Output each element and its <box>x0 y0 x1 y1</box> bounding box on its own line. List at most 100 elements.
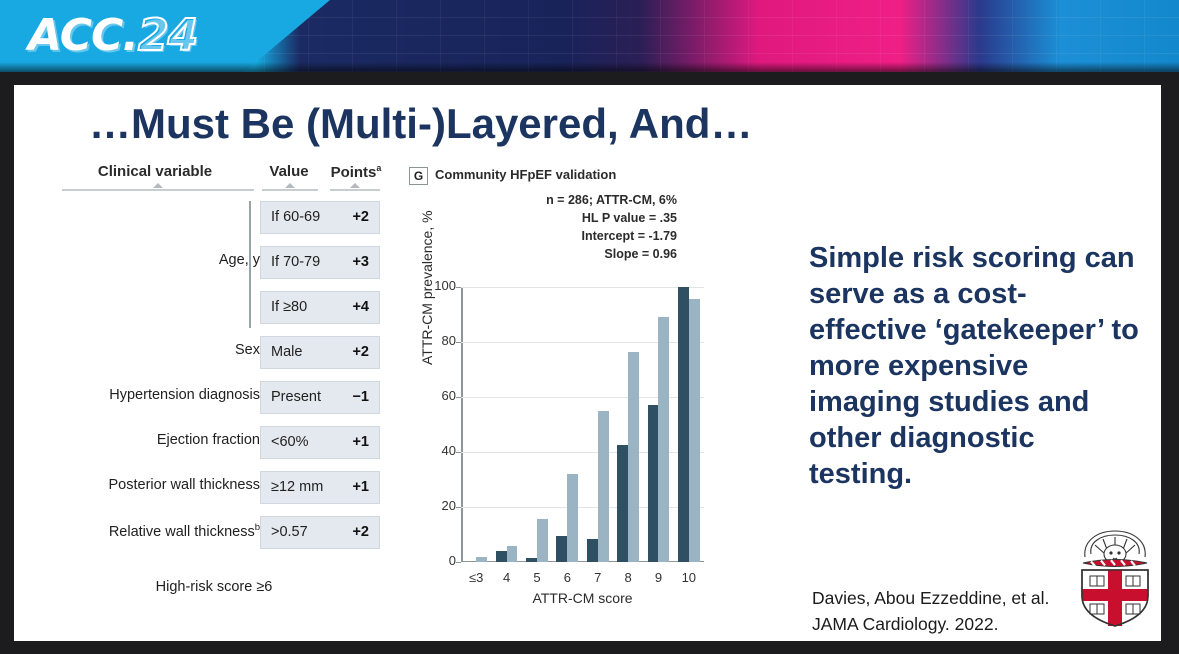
row-value: If 60-69 <box>271 209 321 225</box>
table-row: Ejection fraction <60% +1 <box>44 422 384 467</box>
y-axis-tick-label: 80 <box>441 333 456 348</box>
bar <box>526 557 537 562</box>
row-points: +2 <box>352 524 369 540</box>
chart-title: Community HFpEF validation <box>435 167 617 182</box>
y-axis-tick-label: 100 <box>434 278 456 293</box>
row-points: +1 <box>352 479 369 495</box>
gridline <box>461 287 704 288</box>
y-axis-tick-mark <box>456 452 461 454</box>
column-header-clinical-variable: Clinical variable <box>97 163 213 180</box>
y-axis-tick-mark <box>456 342 461 344</box>
page-title: …Must Be (Multi-)Layered, And… <box>89 100 753 147</box>
row-value-box: ≥12 mm +1 <box>260 471 380 504</box>
y-axis-tick-mark <box>456 287 461 289</box>
bar <box>677 287 689 562</box>
row-points: +4 <box>352 299 369 315</box>
banner-bottom-shadow <box>0 62 1179 72</box>
header-caret-value-icon <box>285 183 295 188</box>
row-points: +1 <box>352 434 369 450</box>
x-axis-tick-label: 9 <box>654 570 663 585</box>
y-axis-tick-mark <box>456 397 461 399</box>
table-row: Posterior wall thickness ≥12 mm +1 <box>44 467 384 512</box>
x-axis-tick-label: 5 <box>533 570 541 585</box>
row-variable-label: Posterior wall thickness <box>108 477 261 493</box>
row-value: ≥12 mm <box>271 479 324 495</box>
row-value-box: <60% +1 <box>260 426 380 459</box>
bar <box>628 351 639 562</box>
bar <box>556 535 568 562</box>
table-body: If 60-69 +2 Age, y If 70-79 +3 If ≥80 +4 Sex Mal… <box>44 197 384 557</box>
bar <box>567 474 579 562</box>
header-caret-points-icon <box>350 183 360 188</box>
citation-line-2: JAMA Cardiology. 2022. <box>812 614 999 634</box>
chart-statistics-annotations: n = 286; ATTR-CM, 6% HL P value = .35 Inte… <box>546 191 677 263</box>
row-value-box: Male +2 <box>260 336 380 369</box>
y-axis-tick-mark <box>456 562 461 564</box>
chart-annotation-line: n = 286; ATTR-CM, 6% <box>546 193 677 207</box>
column-header-value: Value <box>269 163 309 180</box>
chart-annotation-line: Intercept = -1.79 <box>581 229 677 243</box>
bar <box>688 299 700 562</box>
y-axis-tick-label: 60 <box>441 388 456 403</box>
panel-tag-g: G <box>409 167 428 185</box>
row-points: +3 <box>352 254 369 270</box>
y-axis-tick-label: 20 <box>441 498 456 513</box>
bar <box>536 519 548 562</box>
acc24-logo: ACC.24 <box>28 8 199 64</box>
row-value: Male <box>271 344 303 360</box>
row-value-box: >0.57 +2 <box>260 516 380 549</box>
slide-viewer: ACC.24 …Must Be (Multi-)Layered, And… Cl… <box>0 0 1179 654</box>
x-axis-tick-label: ≤3 <box>469 570 484 585</box>
citation-line-1: Davies, Abou Ezzeddine, et al. <box>812 588 1050 608</box>
row-variable-label: Age, y <box>218 252 260 268</box>
bar <box>658 317 670 562</box>
table-row: If ≥80 +4 <box>44 287 384 332</box>
table-row: If 60-69 +2 <box>44 197 384 242</box>
header-caret-variable-icon <box>153 183 163 188</box>
bar <box>495 551 507 562</box>
acc-logo-number: 24 <box>137 9 199 62</box>
row-value: >0.57 <box>271 524 308 540</box>
row-variable-label: Relative wall thicknessb <box>108 522 260 540</box>
table-row: Sex Male +2 <box>44 332 384 377</box>
risk-score-table: Clinical variable Value Pointsa If 60-69… <box>44 163 384 595</box>
acc-logo-text: ACC. <box>28 10 139 61</box>
row-variable-label: Hypertension diagnosis <box>109 387 260 403</box>
y-axis-tick-mark <box>456 507 461 509</box>
column-header-points: Pointsa <box>326 163 386 181</box>
citation: Davies, Abou Ezzeddine, et al. JAMA Card… <box>812 585 1102 637</box>
row-points: +2 <box>352 209 369 225</box>
bar <box>476 556 488 562</box>
row-value: <60% <box>271 434 309 450</box>
row-value-box: Present −1 <box>260 381 380 414</box>
row-value-box: If 60-69 +2 <box>260 201 380 234</box>
row-points: +2 <box>352 344 369 360</box>
column-header-points-superscript: a <box>376 163 382 173</box>
row-value: If ≥80 <box>271 299 308 315</box>
bar <box>586 538 598 562</box>
bar <box>597 410 609 562</box>
column-header-points-label: Points <box>330 164 377 181</box>
y-axis-tick-label: 0 <box>448 553 456 568</box>
header-rule-points <box>330 189 380 191</box>
row-value: Present <box>271 389 321 405</box>
brown-university-shield-icon <box>1081 530 1149 627</box>
x-axis-tick-label: 4 <box>502 570 511 585</box>
row-points: −1 <box>352 389 369 405</box>
bar <box>647 405 659 562</box>
x-axis-tick-label: 8 <box>624 570 632 585</box>
header-rule-variable <box>62 189 254 191</box>
commentary-text: Simple risk scoring can serve as a cost-… <box>809 242 1139 490</box>
table-header-row: Clinical variable Value Pointsa <box>44 163 384 197</box>
bar-chart-plot-area: ATTR-CM prevalence, % ATTR-CM score 0 20 4… <box>419 210 704 606</box>
slide-content: …Must Be (Multi-)Layered, And… Clinical … <box>14 85 1161 641</box>
header-rule-value <box>262 189 318 191</box>
high-risk-footnote: High-risk score ≥6 <box>155 579 273 595</box>
x-axis-label: ATTR-CM score <box>532 590 633 606</box>
table-row: Relative wall thicknessb >0.57 +2 <box>44 512 384 557</box>
row-value-box: If 70-79 +3 <box>260 246 380 279</box>
row-variable-label: Ejection fraction <box>156 432 260 448</box>
table-row: Hypertension diagnosis Present −1 <box>44 377 384 422</box>
x-axis-tick-label: 7 <box>594 570 602 585</box>
chart-annotation-line: HL P value = .35 <box>581 211 677 225</box>
